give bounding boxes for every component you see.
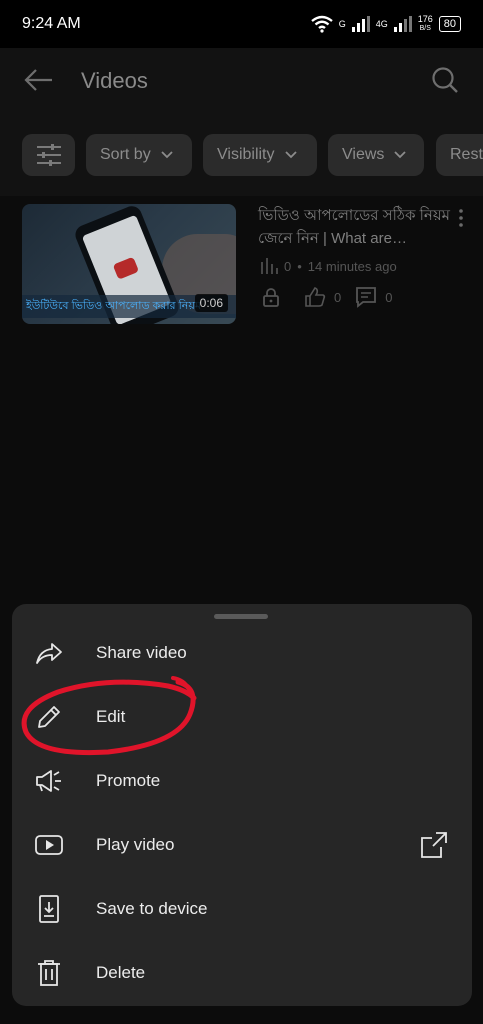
comment-icon xyxy=(356,287,377,308)
trash-icon xyxy=(38,960,60,986)
sort-by-chip[interactable]: Sort by xyxy=(86,134,192,176)
external-link-icon[interactable] xyxy=(420,831,448,859)
megaphone-icon xyxy=(36,770,61,792)
view-count: 0 xyxy=(284,258,292,274)
menu-item-delete[interactable]: Delete xyxy=(12,941,472,1005)
sheet-drag-handle[interactable] xyxy=(214,614,268,619)
video-stats: 0 0 xyxy=(260,286,392,308)
network-type-1: G xyxy=(338,19,346,29)
comment-count: 0 xyxy=(385,289,393,305)
play-icon xyxy=(35,835,63,855)
chevron-down-icon xyxy=(161,151,173,159)
youtube-logo-icon xyxy=(112,256,140,280)
thumbs-up-icon xyxy=(305,287,326,307)
network-type-2: 4G xyxy=(375,19,388,29)
menu-item-save-to-device[interactable]: Save to device xyxy=(12,877,472,941)
signal-icon-2 xyxy=(393,16,412,32)
filter-bar: Sort by Visibility Views Rest xyxy=(0,114,483,196)
visibility-chip[interactable]: Visibility xyxy=(203,134,317,176)
red-circle-annotation xyxy=(21,676,197,756)
sliders-icon xyxy=(36,144,61,166)
video-duration: 0:06 xyxy=(194,294,228,312)
like-count: 0 xyxy=(334,289,342,305)
filter-settings-button[interactable] xyxy=(22,134,75,176)
share-icon xyxy=(36,643,62,664)
video-thumbnail[interactable]: ইউটিউবে ভিডিও আপলোড করার নিয়ম 0:06 xyxy=(22,204,236,324)
views-chip[interactable]: Views xyxy=(328,134,424,176)
video-meta: 0 • 14 minutes ago xyxy=(260,258,397,274)
menu-item-promote[interactable]: Promote xyxy=(12,749,472,813)
more-options-icon[interactable] xyxy=(456,208,466,228)
search-icon[interactable] xyxy=(431,66,459,94)
status-icons: G 4G 176 B/S 80 xyxy=(310,14,461,33)
download-icon xyxy=(39,895,59,923)
menu-item-play-video[interactable]: Play video xyxy=(12,813,472,877)
battery-indicator: 80 xyxy=(438,16,461,32)
lock-icon xyxy=(263,288,279,307)
network-speed: 176 B/S xyxy=(417,14,433,33)
analytics-icon xyxy=(261,258,278,274)
video-title[interactable]: ভিডিও আপলোডের সঠিক নিয়ম জেনে নিন | What… xyxy=(258,204,454,250)
back-arrow-icon[interactable] xyxy=(24,68,54,92)
chevron-down-icon xyxy=(394,151,407,159)
page-title: Videos xyxy=(81,68,148,93)
video-options-sheet: Share video Edit Promote Play video Save… xyxy=(12,604,472,1006)
status-bar: 9:24 AM G 4G 176 B/S 80 xyxy=(0,0,483,48)
status-time: 9:24 AM xyxy=(22,15,81,32)
upload-age: 14 minutes ago xyxy=(307,258,397,274)
restrictions-chip[interactable]: Rest xyxy=(436,134,483,176)
app-bar: Videos xyxy=(0,48,483,114)
signal-icon-1 xyxy=(351,16,370,32)
wifi-icon xyxy=(310,15,333,33)
chevron-down-icon xyxy=(284,151,297,159)
